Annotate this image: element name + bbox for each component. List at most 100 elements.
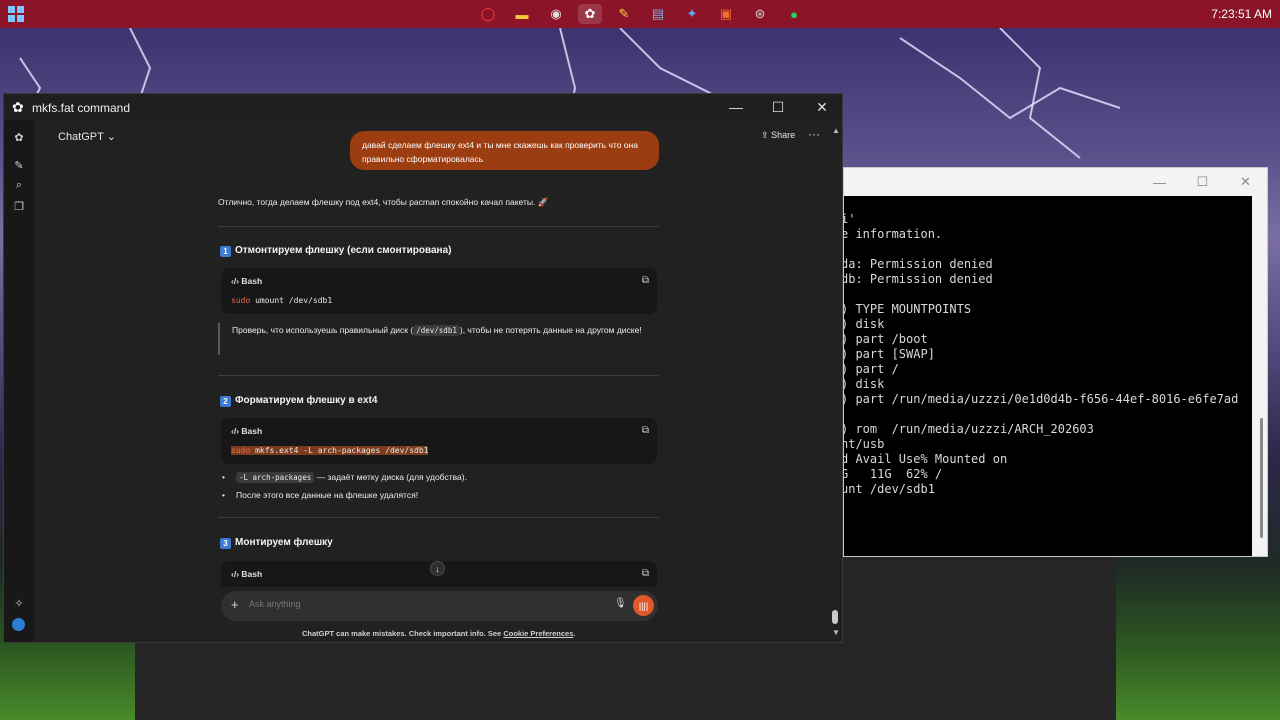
explore-icon[interactable]: ✧ bbox=[12, 596, 26, 610]
chevron-down-icon: ⌄ bbox=[106, 131, 116, 143]
code-icon: ‹/› bbox=[231, 426, 240, 436]
step-heading-text: Отмонтируем флешку (если смонтирована) bbox=[235, 245, 452, 256]
close-icon[interactable]: ✕ bbox=[800, 94, 844, 120]
assistant-intro: Отлично, тогда делаем флешку под ext4, ч… bbox=[218, 197, 549, 207]
app-icon[interactable]: ✎ bbox=[612, 4, 636, 24]
copy-icon[interactable]: ⧉ bbox=[642, 568, 649, 579]
terminal-line: G 11G 62% / bbox=[844, 467, 943, 481]
obs-icon[interactable]: ◉ bbox=[544, 4, 568, 24]
code-language-label: Bash bbox=[241, 569, 263, 579]
terminal-scrollbar[interactable] bbox=[1260, 418, 1263, 538]
scrollbar-thumb[interactable] bbox=[832, 610, 838, 624]
note-text: Проверь, что используешь правильный диск… bbox=[232, 325, 414, 335]
maximize-icon[interactable]: ☐ bbox=[1181, 168, 1224, 196]
chatgpt-icon[interactable]: ✿ bbox=[578, 4, 602, 24]
code-text: mkfs.ext4 -L arch-packages /dev/sdb1 bbox=[250, 446, 429, 455]
scroll-down-arrow-icon[interactable]: ▼ bbox=[832, 628, 840, 637]
library-icon[interactable]: ❐ bbox=[12, 199, 26, 213]
note-text: ), чтобы не потерять данные на другом ди… bbox=[459, 325, 642, 335]
disclaimer: ChatGPT can make mistakes. Check importa… bbox=[302, 629, 575, 638]
terminal-line: d Avail Use% Mounted on bbox=[844, 452, 1008, 466]
search-icon[interactable]: ⌕ bbox=[12, 178, 26, 192]
window-titlebar[interactable]: ✿ mkfs.fat command — ☐ ✕ bbox=[4, 94, 842, 120]
close-icon[interactable]: ✕ bbox=[1224, 168, 1267, 196]
code-language: ‹/› Bash bbox=[231, 569, 262, 579]
chatgpt-logo-icon[interactable]: ✿ bbox=[12, 130, 26, 144]
steam-icon[interactable]: ⊛ bbox=[748, 4, 772, 24]
minimize-icon[interactable]: — bbox=[1138, 168, 1181, 196]
file-explorer-icon[interactable]: ▬ bbox=[510, 4, 534, 24]
scroll-up-arrow-icon[interactable]: ▲ bbox=[832, 126, 840, 135]
copy-icon[interactable]: ⧉ bbox=[642, 275, 649, 286]
code-block[interactable]: ‹/› Bash ⧉ sudo mkfs.ext4 -L arch-packag… bbox=[221, 418, 657, 464]
code-content[interactable]: sudo umount /dev/sdb1 bbox=[231, 296, 332, 305]
taskbar-clock[interactable]: 7:23:51 AM bbox=[1211, 7, 1272, 21]
chatgpt-window: ✿ mkfs.fat command — ☐ ✕ ✿ ✎ ⌕ ❐ ✧ ChatG… bbox=[3, 93, 843, 643]
list-item: После этого все данные на флешке удалятс… bbox=[222, 490, 418, 500]
sidebar: ✿ ✎ ⌕ ❐ ✧ bbox=[4, 120, 34, 642]
inline-code: /dev/sdb1 bbox=[413, 325, 460, 336]
taskbar: ◯ ▬ ◉ ✿ ✎ ▤ ✦ ▣ ⊛ ● 7:23:51 AM bbox=[0, 0, 1280, 28]
terminal-line: ) part / bbox=[844, 362, 899, 376]
share-icon: ⇪ bbox=[761, 130, 769, 140]
prompt-input[interactable] bbox=[249, 599, 609, 609]
opera-icon[interactable]: ◯ bbox=[476, 4, 500, 24]
office-icon[interactable]: ▣ bbox=[714, 4, 738, 24]
vscode-icon[interactable]: ✦ bbox=[680, 4, 704, 24]
note-blockquote: Проверь, что используешь правильный диск… bbox=[218, 323, 658, 355]
step-heading: 2 Форматируем флешку в ext4 bbox=[220, 395, 377, 407]
chatgpt-logo-icon: ✿ bbox=[12, 99, 24, 115]
divider bbox=[218, 517, 659, 518]
terminal-line: unt /dev/sdb1 bbox=[844, 482, 935, 496]
scroll-down-button[interactable]: ↓ bbox=[430, 561, 445, 576]
composer: + 🎙 |||| bbox=[221, 591, 658, 621]
code-icon: ‹/› bbox=[231, 276, 240, 286]
list-item-text: — задаёт метку диска (для удобства). bbox=[314, 472, 467, 482]
avatar[interactable] bbox=[12, 618, 25, 631]
step-heading: 1 Отмонтируем флешку (если смонтирована) bbox=[220, 245, 451, 257]
step-heading-text: Монтируем флешку bbox=[235, 537, 333, 548]
code-language-label: Bash bbox=[241, 426, 263, 436]
voice-mode-button[interactable]: |||| bbox=[633, 595, 654, 616]
code-text: umount /dev/sdb1 bbox=[250, 296, 333, 305]
disclaimer-end: . bbox=[573, 629, 576, 638]
model-selector[interactable]: ChatGPT ⌄ bbox=[58, 130, 116, 143]
plus-icon[interactable]: + bbox=[231, 597, 239, 612]
terminal-line: da: Permission denied bbox=[844, 257, 993, 271]
step-heading: 3 Монтируем флешку bbox=[220, 537, 333, 549]
more-options-icon[interactable]: ··· bbox=[808, 127, 820, 141]
maximize-icon[interactable]: ☐ bbox=[756, 94, 800, 120]
code-content[interactable]: sudo mkfs.ext4 -L arch-packages /dev/sdb… bbox=[231, 446, 429, 455]
terminal-line: ) part /boot bbox=[844, 332, 928, 346]
spotify-icon[interactable]: ● bbox=[782, 4, 806, 24]
terminal-output[interactable]: i' e information. da: Permission denied … bbox=[844, 196, 1252, 556]
list-item: -L arch-packages — задаёт метку диска (д… bbox=[222, 472, 467, 483]
terminal-line: ) disk bbox=[844, 317, 885, 331]
step-heading-text: Форматируем флешку в ext4 bbox=[235, 395, 378, 406]
code-language-label: Bash bbox=[241, 276, 263, 286]
disclaimer-text: ChatGPT can make mistakes. Check importa… bbox=[302, 629, 504, 638]
notes-icon[interactable]: ▤ bbox=[646, 4, 670, 24]
cookie-preferences-link[interactable]: Cookie Preferences bbox=[503, 629, 573, 638]
new-chat-icon[interactable]: ✎ bbox=[12, 158, 26, 172]
chat-scrollbar[interactable]: ▲ ▼ bbox=[830, 126, 840, 638]
code-keyword: sudo bbox=[231, 446, 251, 455]
terminal-line: ) disk bbox=[844, 377, 885, 391]
share-button[interactable]: ⇪ Share bbox=[761, 130, 795, 141]
terminal-window[interactable]: — ☐ ✕ i' e information. da: Permission d… bbox=[843, 167, 1268, 557]
terminal-line: ) TYPE MOUNTPOINTS bbox=[844, 302, 972, 316]
step-number-icon: 1 bbox=[220, 246, 231, 257]
minimize-icon[interactable]: — bbox=[714, 94, 758, 120]
window-title: mkfs.fat command bbox=[32, 101, 131, 115]
copy-icon[interactable]: ⧉ bbox=[642, 425, 649, 436]
step-number-icon: 3 bbox=[220, 538, 231, 549]
code-block[interactable]: ‹/› Bash ⧉ sudo umount /dev/sdb1 bbox=[221, 268, 657, 314]
terminal-line: ) part /run/media/uzzzi/0e1d0d4b-f656-44… bbox=[844, 392, 1239, 406]
windows-start-icon[interactable] bbox=[8, 6, 24, 22]
share-label: Share bbox=[771, 130, 796, 140]
microphone-icon[interactable]: 🎙 bbox=[614, 598, 627, 609]
code-icon: ‹/› bbox=[231, 569, 240, 579]
terminal-line: i' bbox=[844, 212, 856, 226]
